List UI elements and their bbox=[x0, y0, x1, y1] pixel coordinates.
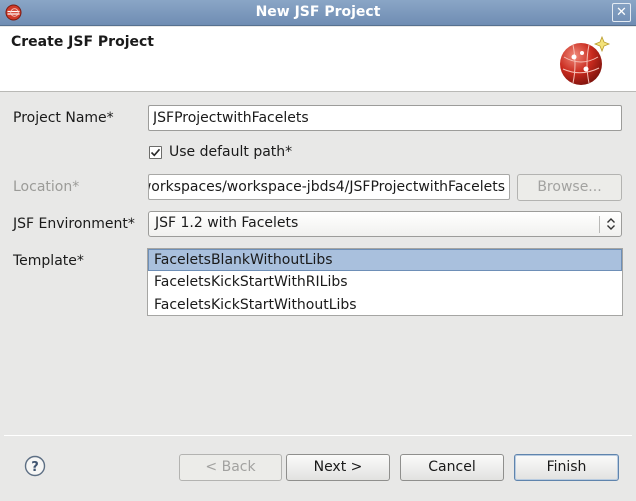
wizard-sphere-icon bbox=[560, 35, 611, 85]
window-title: New JSF Project bbox=[255, 4, 381, 20]
finish-button[interactable]: Finish bbox=[514, 454, 619, 481]
use-default-path-checkbox[interactable] bbox=[149, 146, 162, 159]
project-name-input[interactable] bbox=[148, 105, 622, 131]
close-button[interactable]: ✕ bbox=[612, 3, 631, 22]
help-icon[interactable]: ? bbox=[24, 455, 46, 477]
banner-title: Create JSF Project bbox=[11, 34, 154, 50]
up-down-arrows-icon bbox=[607, 218, 615, 230]
svg-text:?: ? bbox=[31, 460, 39, 475]
cancel-button[interactable]: Cancel bbox=[400, 454, 504, 481]
close-icon: ✕ bbox=[616, 5, 627, 20]
jsf-environment-label: JSF Environment* bbox=[13, 216, 135, 232]
location-input: /home/user/workspaces/workspace-jbds4/JS… bbox=[148, 174, 510, 200]
jsf-environment-combo[interactable]: JSF 1.2 with Facelets bbox=[148, 211, 622, 237]
template-option-kickstart-with-ri-libs[interactable]: FaceletsKickStartWithRILibs bbox=[148, 271, 622, 293]
wizard-banner: Create JSF Project bbox=[0, 27, 636, 92]
location-value: /home/user/workspaces/workspace-jbds4/JS… bbox=[149, 179, 505, 195]
footer-separator bbox=[4, 435, 632, 436]
title-bar: New JSF Project ✕ bbox=[0, 0, 636, 26]
template-label: Template* bbox=[13, 253, 84, 269]
check-icon bbox=[150, 148, 161, 157]
template-option-kickstart-without-libs[interactable]: FaceletsKickStartWithoutLibs bbox=[148, 294, 622, 316]
template-option-blank-without-libs[interactable]: FaceletsBlankWithoutLibs bbox=[148, 249, 622, 271]
project-name-label: Project Name* bbox=[13, 110, 114, 126]
next-button[interactable]: Next > bbox=[286, 454, 390, 481]
template-list[interactable]: FaceletsBlankWithoutLibs FaceletsKickSta… bbox=[147, 248, 623, 316]
location-label: Location* bbox=[13, 179, 80, 195]
browse-button: Browse... bbox=[517, 174, 622, 201]
back-button: < Back bbox=[179, 454, 282, 481]
combo-separator bbox=[599, 216, 600, 233]
use-default-path-label: Use default path* bbox=[169, 144, 293, 160]
jsf-environment-value: JSF 1.2 with Facelets bbox=[155, 215, 299, 231]
